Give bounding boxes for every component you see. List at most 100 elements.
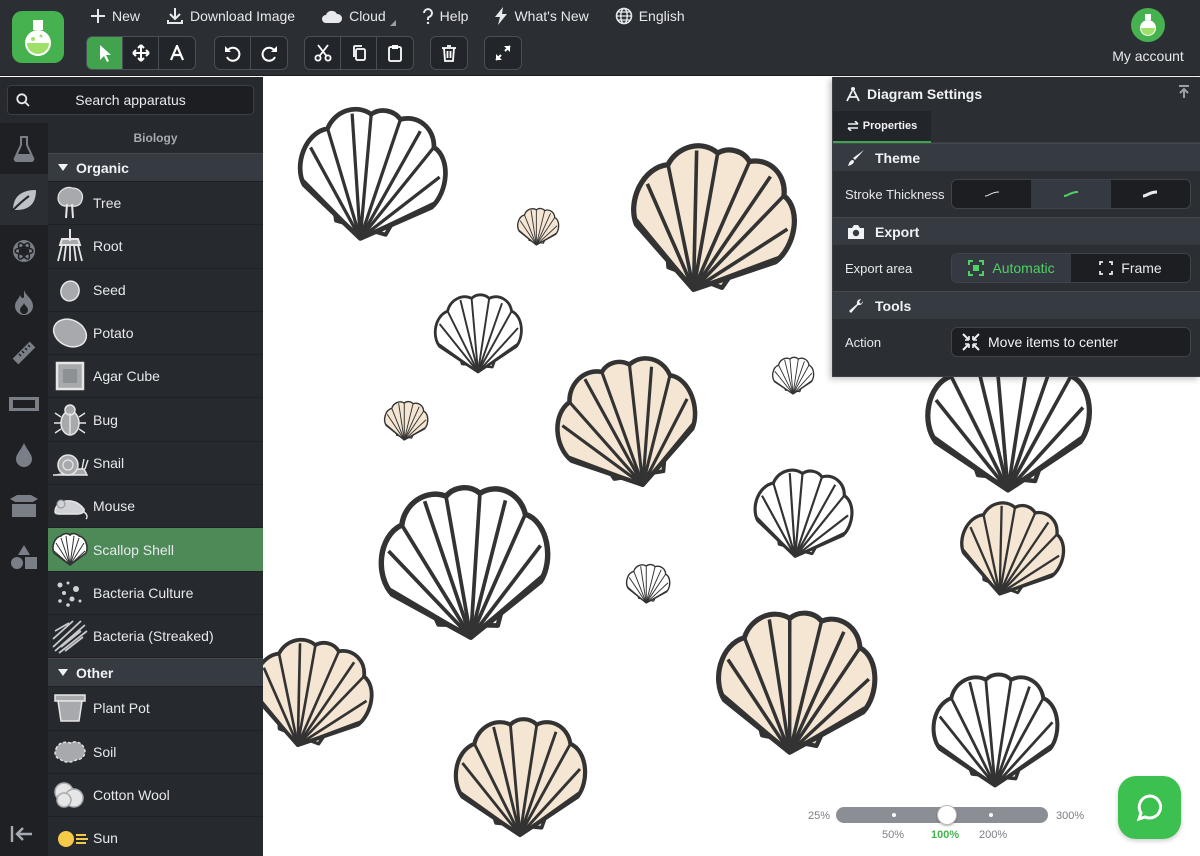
- scallop-shell[interactable]: [433, 293, 523, 374]
- new-menu[interactable]: New: [90, 0, 140, 32]
- collapse-panel-button[interactable]: [10, 825, 34, 848]
- scallop-shell[interactable]: [934, 675, 1058, 786]
- whats-new-menu[interactable]: What's New: [494, 0, 589, 32]
- list-item-root[interactable]: Root: [48, 225, 263, 269]
- select-tool-group: [86, 36, 196, 70]
- cursor-icon: [99, 45, 111, 62]
- export-automatic-option[interactable]: Automatic: [952, 254, 1071, 282]
- scallop-shell[interactable]: [289, 98, 455, 252]
- item-label: Plant Pot: [93, 700, 150, 717]
- export-frame-option[interactable]: Frame: [1071, 254, 1190, 282]
- cut-button[interactable]: [305, 37, 341, 69]
- item-label: Bacteria (Streaked): [93, 628, 214, 645]
- tab-properties[interactable]: Properties: [833, 111, 931, 143]
- stroke-thick-option[interactable]: [1111, 180, 1190, 208]
- category-shapes[interactable]: [0, 531, 48, 582]
- droplet-icon: [16, 442, 32, 467]
- scallop-shell[interactable]: [746, 460, 860, 567]
- pin-top-icon: [1179, 85, 1189, 98]
- cloud-label: Cloud: [349, 8, 386, 24]
- root-icon: [50, 226, 90, 266]
- tree-icon: [50, 183, 90, 223]
- scallop-shell[interactable]: [616, 129, 810, 311]
- app-logo[interactable]: [12, 11, 64, 63]
- chevron-down-icon: [58, 164, 68, 171]
- help-menu[interactable]: Help: [422, 0, 468, 32]
- list-item-soil[interactable]: Soil: [48, 731, 263, 774]
- potato-icon: [50, 313, 90, 353]
- redo-button[interactable]: [251, 37, 287, 69]
- list-item-bacteria-culture[interactable]: Bacteria Culture: [48, 572, 263, 615]
- category-electricity[interactable]: [0, 378, 48, 429]
- list-item-sun[interactable]: Sun: [48, 817, 263, 856]
- scallop-shell[interactable]: [624, 561, 672, 606]
- scallop-shell[interactable]: [263, 625, 385, 763]
- category-objects[interactable]: [0, 480, 48, 531]
- move-center-label: Move items to center: [988, 334, 1118, 350]
- scallop-shell[interactable]: [456, 719, 585, 835]
- list-item-mouse[interactable]: Mouse: [48, 485, 263, 529]
- clipboard-tool-group: [304, 36, 414, 70]
- settings-tabs: Properties: [833, 111, 1200, 143]
- category-physics[interactable]: [0, 225, 48, 276]
- search-input[interactable]: Search apparatus: [7, 85, 254, 115]
- zoom-tick: [892, 813, 896, 817]
- download-image-menu[interactable]: Download Image: [166, 0, 295, 32]
- category-biology[interactable]: [0, 174, 48, 225]
- category-liquids[interactable]: [0, 429, 48, 480]
- redo-icon: [261, 46, 277, 62]
- zoom-slider-handle[interactable]: [937, 805, 957, 825]
- copy-button[interactable]: [341, 37, 377, 69]
- list-item-bug[interactable]: Bug: [48, 398, 263, 442]
- category-heat[interactable]: [0, 276, 48, 327]
- shapes-icon: [11, 544, 37, 569]
- scallop-shell[interactable]: [948, 490, 1075, 609]
- fullscreen-button[interactable]: [485, 37, 521, 69]
- category-chemistry[interactable]: [0, 123, 48, 174]
- category-measurement[interactable]: [0, 327, 48, 378]
- search-icon: [16, 93, 30, 107]
- pin-panel-button[interactable]: [1178, 85, 1190, 104]
- section-title: Organic: [76, 159, 129, 176]
- item-label: Scallop Shell: [93, 541, 174, 558]
- scallop-shell[interactable]: [772, 356, 815, 395]
- list-item-scallop-shell[interactable]: Scallop Shell: [48, 528, 263, 572]
- chat-support-button[interactable]: [1118, 776, 1181, 839]
- scallop-shell[interactable]: [712, 606, 880, 759]
- list-item-bacteria-streaked[interactable]: Bacteria (Streaked): [48, 615, 263, 659]
- account-button[interactable]: My account: [1108, 8, 1188, 64]
- paste-button[interactable]: [377, 37, 413, 69]
- section-organic[interactable]: Organic: [48, 153, 263, 182]
- action-label: Action: [845, 334, 882, 350]
- medium-stroke-icon: [1063, 191, 1079, 197]
- whats-new-label: What's New: [514, 8, 589, 24]
- select-tool-button[interactable]: [87, 37, 123, 69]
- list-item-cotton-wool[interactable]: Cotton Wool: [48, 774, 263, 818]
- scallop-shell[interactable]: [375, 481, 554, 645]
- delete-button[interactable]: [431, 37, 467, 69]
- move-tool-button[interactable]: [123, 37, 159, 69]
- list-item-agar-cube[interactable]: Agar Cube: [48, 355, 263, 399]
- list-item-seed[interactable]: Seed: [48, 269, 263, 312]
- list-item-potato[interactable]: Potato: [48, 312, 263, 356]
- stroke-medium-option[interactable]: [1031, 180, 1111, 208]
- move-items-to-center-button[interactable]: Move items to center: [951, 327, 1191, 357]
- section-other[interactable]: Other: [48, 658, 263, 688]
- camera-icon: [848, 224, 864, 239]
- scallop-shell[interactable]: [515, 205, 561, 248]
- undo-button[interactable]: [215, 37, 251, 69]
- category-bar: [0, 123, 48, 856]
- list-item-snail[interactable]: Snail: [48, 442, 263, 486]
- scallop-shell[interactable]: [543, 345, 711, 502]
- cloud-menu[interactable]: Cloud: [321, 0, 396, 32]
- text-tool-button[interactable]: [159, 37, 195, 69]
- list-item-tree[interactable]: Tree: [48, 182, 263, 226]
- agar-cube-icon: [50, 356, 90, 396]
- export-area-selector: Automatic Frame: [951, 253, 1191, 283]
- scallop-shell[interactable]: [382, 398, 430, 443]
- apparatus-list: Biology Organic Tree Root Seed Potato Ag…: [48, 123, 263, 856]
- language-menu[interactable]: English: [615, 0, 685, 32]
- list-item-plant-pot[interactable]: Plant Pot: [48, 687, 263, 731]
- text-icon: [169, 45, 185, 61]
- stroke-thin-option[interactable]: [952, 180, 1031, 208]
